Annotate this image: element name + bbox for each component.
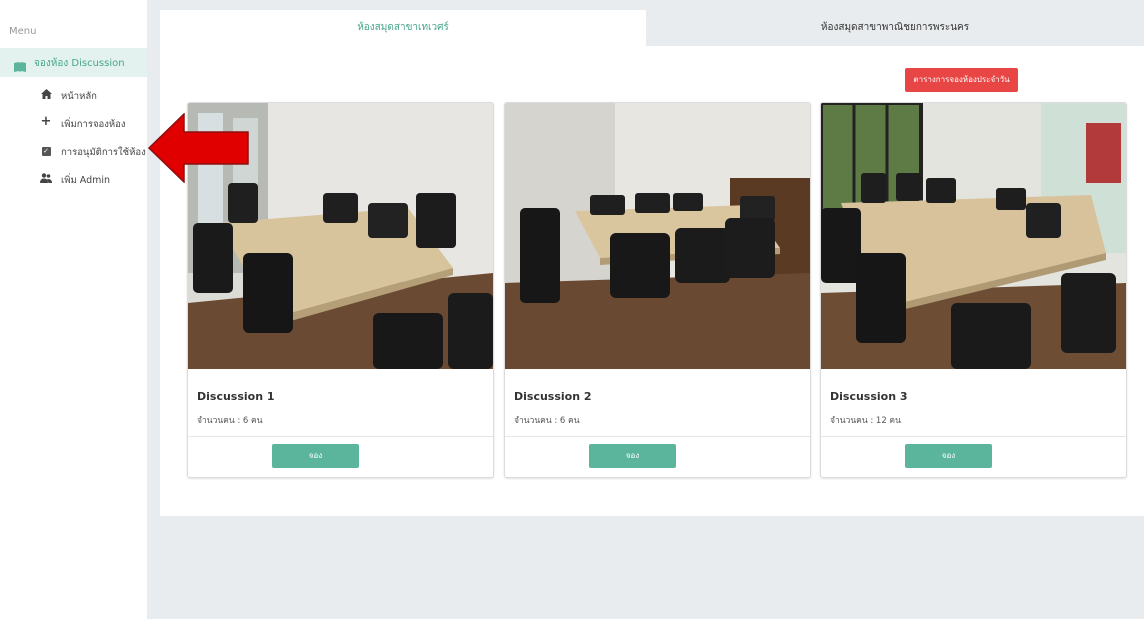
- room-card: Discussion 2 จำนวนคน : 6 คน จอง: [504, 102, 811, 478]
- divider: [505, 436, 810, 437]
- room-capacity: จำนวนคน : 6 คน: [514, 416, 580, 426]
- sidebar-item-label: หน้าหลัก: [61, 91, 97, 102]
- plus-icon: +: [40, 114, 52, 129]
- menu-label: Menu: [9, 26, 37, 37]
- sidebar: Menu จองห้อง Discussion หน้าหลัก + เพิ่ม…: [0, 0, 147, 619]
- divider: [188, 436, 493, 437]
- divider: [821, 436, 1126, 437]
- book-button[interactable]: จอง: [272, 444, 359, 468]
- room-capacity: จำนวนคน : 6 คน: [197, 416, 263, 426]
- sidebar-item-label: เพิ่ม Admin: [61, 175, 111, 186]
- sidebar-item-label: เพิ่มการจองห้อง: [61, 119, 126, 130]
- sidebar-item-approval[interactable]: ✓ การอนุมัติการใช้ห้อง: [0, 142, 147, 162]
- sidebar-item-discussion-booking[interactable]: จองห้อง Discussion: [0, 48, 147, 77]
- room-card: Discussion 3 จำนวนคน : 12 คน จอง: [820, 102, 1127, 478]
- home-icon: [40, 89, 52, 102]
- daily-schedule-button[interactable]: ตารางการจองห้องประจำวัน: [905, 68, 1018, 92]
- sidebar-item-home[interactable]: หน้าหลัก: [0, 86, 147, 106]
- sidebar-item-add-booking[interactable]: + เพิ่มการจองห้อง: [0, 114, 147, 134]
- sidebar-item-label: จองห้อง Discussion: [34, 58, 125, 69]
- sidebar-item-add-admin[interactable]: เพิ่ม Admin: [0, 170, 147, 190]
- tab-thewet-library[interactable]: ห้องสมุดสาขาเทเวศร์: [160, 10, 646, 46]
- room-capacity: จำนวนคน : 12 คน: [830, 416, 901, 426]
- tab-phanichayakarn-library[interactable]: ห้องสมุดสาขาพาณิชยการพระนคร: [646, 10, 1144, 46]
- check-square-icon: ✓: [41, 147, 51, 156]
- main-panel: ห้องสมุดสาขาเทเวศร์ ห้องสมุดสาขาพาณิชยกา…: [160, 10, 1144, 516]
- book-icon: [14, 57, 26, 76]
- room-title: Discussion 2: [514, 390, 592, 403]
- users-icon: [40, 173, 52, 186]
- book-button[interactable]: จอง: [589, 444, 676, 468]
- sidebar-item-label: การอนุมัติการใช้ห้อง: [61, 147, 146, 158]
- room-photo: [505, 103, 810, 369]
- book-button[interactable]: จอง: [905, 444, 992, 468]
- room-title: Discussion 3: [830, 390, 908, 403]
- room-title: Discussion 1: [197, 390, 275, 403]
- room-photo: [821, 103, 1126, 369]
- annotation-arrow-icon: [148, 113, 249, 183]
